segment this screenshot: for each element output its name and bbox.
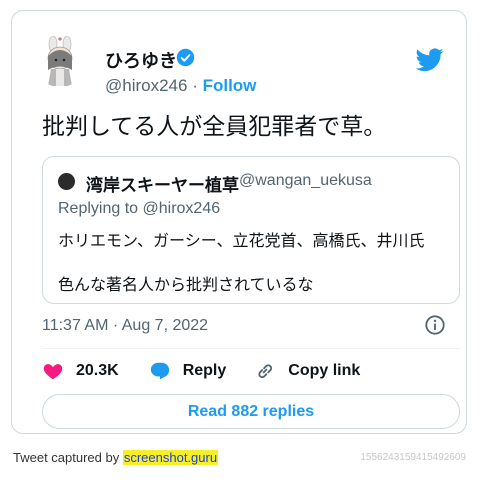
reply-action[interactable]: Reply — [149, 360, 227, 382]
quoted-text-line-1: ホリエモン、ガーシー、立花党首、高橋氏、井川氏 — [58, 233, 425, 250]
author-avatar[interactable] — [34, 35, 86, 87]
quoted-author-handle: @wangan_uekusa — [239, 172, 372, 189]
quoted-tweet[interactable]: 湾岸スキーヤー植草 @wangan_uekusa Replying to @hi… — [42, 156, 460, 304]
verified-badge-icon — [176, 48, 195, 67]
avatar-illustration — [34, 35, 86, 87]
handle-separator: · — [187, 76, 203, 95]
read-replies-button[interactable]: Read 882 replies — [42, 394, 460, 429]
twitter-bird-icon[interactable] — [416, 48, 444, 72]
like-count: 20.3K — [76, 362, 119, 379]
tweet-actions: 20.3K Reply Copy link — [42, 359, 360, 383]
follow-button[interactable]: Follow — [203, 76, 257, 95]
tweet-text: 批判してる人が全員犯罪者で草。 — [42, 113, 387, 139]
author-handle-row: @hirox246 · Follow — [105, 76, 256, 96]
actions-divider — [42, 348, 460, 349]
author-display-name[interactable]: ひろゆき — [105, 47, 177, 73]
copy-link-label: Copy link — [288, 362, 361, 379]
heart-icon — [43, 364, 63, 380]
reply-icon — [150, 362, 169, 380]
author-handle[interactable]: @hirox246 — [105, 76, 187, 95]
capture-footer: Tweet captured by screenshot.guru — [13, 450, 219, 465]
quoted-author-avatar — [58, 173, 75, 190]
reply-label: Reply — [182, 362, 227, 379]
tweet-id: 1556243159415492609 — [360, 452, 466, 463]
footer-brand-link[interactable]: screenshot.guru — [122, 450, 219, 465]
quoted-text-line-2: 色んな著名人から批判されているな — [58, 277, 314, 294]
footer-prefix: Tweet captured by — [13, 450, 123, 465]
info-icon[interactable] — [424, 314, 446, 336]
tweet-timestamp[interactable]: 11:37 AM · Aug 7, 2022 — [42, 317, 208, 335]
like-action[interactable]: 20.3K — [42, 360, 119, 382]
link-icon — [258, 364, 273, 379]
copy-link-action[interactable]: Copy link — [254, 360, 360, 382]
quoted-replying-to: Replying to @hirox246 — [58, 200, 221, 217]
quoted-author-name: 湾岸スキーヤー植草 — [86, 176, 239, 195]
tweet-card: ひろゆき @hirox246 · Follow 批判してる人が全員犯罪者で草。 … — [11, 10, 467, 434]
